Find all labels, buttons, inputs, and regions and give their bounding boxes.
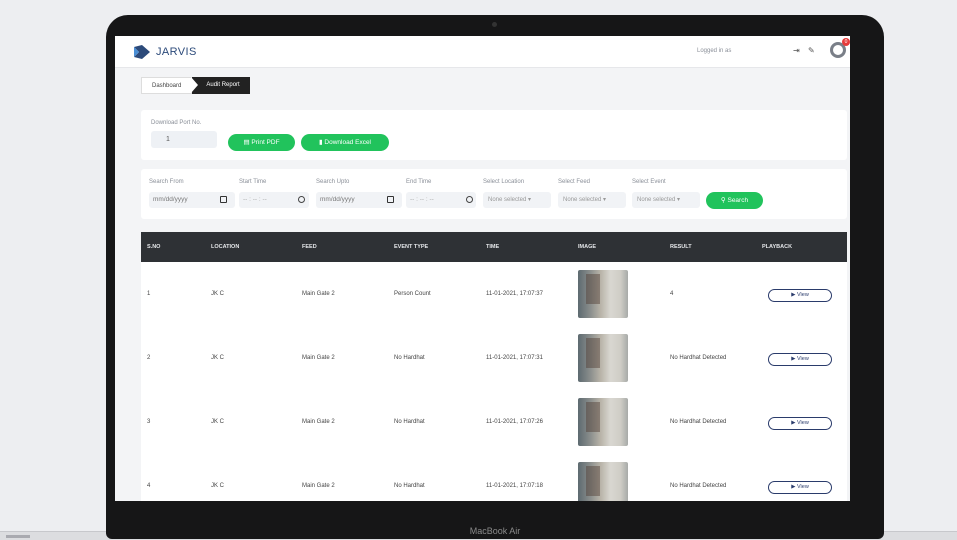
caret-down-icon: ▾ xyxy=(603,197,607,203)
laptop-foot xyxy=(6,535,30,538)
table-body: 1 JK C Main Gate 2 Person Count 11-01-20… xyxy=(141,262,847,501)
event-thumbnail[interactable] xyxy=(578,270,628,318)
cell-event-type: No Hardhat xyxy=(394,483,425,489)
breadcrumb-audit-report[interactable]: Audit Report xyxy=(191,77,250,94)
cell-sno: 3 xyxy=(147,419,151,425)
search-button-label: Search xyxy=(727,197,749,204)
cell-time: 11-01-2021, 17:07:31 xyxy=(486,355,543,361)
cell-location: JK C xyxy=(211,291,225,297)
feed-label: Select Feed xyxy=(558,179,591,185)
search-button[interactable]: ⚲ Search xyxy=(706,192,763,209)
cell-location: JK C xyxy=(211,355,225,361)
camera xyxy=(492,22,497,27)
view-button[interactable]: ▶ View xyxy=(768,417,832,430)
cell-result: No Hardhat Detected xyxy=(670,483,727,489)
event-value: None selected xyxy=(637,197,676,203)
cell-result: No Hardhat Detected xyxy=(670,355,727,361)
header-sno: S.NO xyxy=(147,244,161,250)
location-select[interactable]: None selected ▾ xyxy=(483,192,551,208)
port-input[interactable]: 1 xyxy=(151,131,217,148)
view-label: View xyxy=(796,420,809,426)
header-event-type: EVENT TYPE xyxy=(394,244,429,250)
cell-time: 11-01-2021, 17:07:37 xyxy=(486,291,543,297)
feed-value: None selected xyxy=(563,197,602,203)
top-bar: JARVIS Logged in as ⇥ ✎ 0 xyxy=(115,36,850,68)
cell-time: 11-01-2021, 17:07:18 xyxy=(486,483,543,489)
logout-icon[interactable]: ⇥ xyxy=(793,46,800,55)
cell-feed: Main Gate 2 xyxy=(302,291,335,297)
cell-event-type: No Hardhat xyxy=(394,419,425,425)
table-header: S.NO LOCATION FEED EVENT TYPE TIME IMAGE… xyxy=(141,232,847,262)
calendar-icon[interactable] xyxy=(220,196,227,203)
start-time-placeholder: -- : -- : -- xyxy=(243,196,267,203)
cell-feed: Main Gate 2 xyxy=(302,483,335,489)
header-feed: FEED xyxy=(302,244,317,250)
view-label: View xyxy=(796,484,809,490)
location-label: Select Location xyxy=(483,179,525,185)
cell-event-type: No Hardhat xyxy=(394,355,425,361)
clock-icon[interactable] xyxy=(466,196,473,203)
header-time: TIME xyxy=(486,244,500,250)
view-button[interactable]: ▶ View xyxy=(768,481,832,494)
cell-feed: Main Gate 2 xyxy=(302,419,335,425)
cell-location: JK C xyxy=(211,483,225,489)
end-time-placeholder: -- : -- : -- xyxy=(410,196,434,203)
device-label: MacBook Air xyxy=(469,526,521,536)
cell-feed: Main Gate 2 xyxy=(302,355,335,361)
logo-icon xyxy=(134,45,150,59)
view-label: View xyxy=(796,292,809,298)
cell-sno: 4 xyxy=(147,483,151,489)
breadcrumb-dashboard[interactable]: Dashboard xyxy=(141,77,193,94)
breadcrumb: Dashboard Audit Report xyxy=(141,77,250,94)
location-value: None selected xyxy=(488,197,527,203)
cell-sno: 1 xyxy=(147,291,151,297)
header-location: LOCATION xyxy=(211,244,240,250)
event-select[interactable]: None selected ▾ xyxy=(632,192,700,208)
search-from-label: Search From xyxy=(149,179,184,185)
app-screen: JARVIS Logged in as ⇥ ✎ 0 Dashboard Audi… xyxy=(115,36,850,501)
event-thumbnail[interactable] xyxy=(578,398,628,446)
download-excel-button[interactable]: ▮ Download Excel xyxy=(301,134,389,151)
caret-down-icon: ▾ xyxy=(528,197,532,203)
end-time-label: End Time xyxy=(406,179,432,185)
cell-sno: 2 xyxy=(147,355,151,361)
search-upto-placeholder: mm/dd/yyyy xyxy=(320,196,355,203)
view-button[interactable]: ▶ View xyxy=(768,353,832,366)
search-from-placeholder: mm/dd/yyyy xyxy=(153,196,188,203)
wrench-icon[interactable]: ✎ xyxy=(808,46,815,55)
cell-event-type: Person Count xyxy=(394,291,431,297)
print-pdf-label: Print PDF xyxy=(251,139,280,146)
event-label: Select Event xyxy=(632,179,666,185)
cell-time: 11-01-2021, 17:07:26 xyxy=(486,419,543,425)
event-thumbnail[interactable] xyxy=(578,462,628,501)
caret-down-icon: ▾ xyxy=(677,197,681,203)
cell-result: 4 xyxy=(670,291,674,297)
view-label: View xyxy=(796,356,809,362)
app-name: JARVIS xyxy=(156,46,197,58)
search-upto-label: Search Upto xyxy=(316,179,350,185)
calendar-icon[interactable] xyxy=(387,196,394,203)
app-logo[interactable]: JARVIS xyxy=(134,45,197,59)
download-excel-label: Download Excel xyxy=(324,139,371,146)
cell-location: JK C xyxy=(211,419,225,425)
port-label: Download Port No. xyxy=(151,120,202,126)
header-image: IMAGE xyxy=(578,244,597,250)
print-pdf-button[interactable]: ▤ Print PDF xyxy=(228,134,295,151)
event-thumbnail[interactable] xyxy=(578,334,628,382)
header-result: RESULT xyxy=(670,244,692,250)
logged-in-text: Logged in as xyxy=(697,48,732,54)
view-button[interactable]: ▶ View xyxy=(768,289,832,302)
start-time-label: Start Time xyxy=(239,179,267,185)
clock-icon[interactable] xyxy=(298,196,305,203)
cell-result: No Hardhat Detected xyxy=(670,419,727,425)
notification-badge: 0 xyxy=(842,38,850,46)
laptop-frame: MacBook Air JARVIS Logged in as ⇥ ✎ 0 Da… xyxy=(106,15,884,539)
feed-select[interactable]: None selected ▾ xyxy=(558,192,626,208)
header-playback: PLAYBACK xyxy=(762,244,793,250)
